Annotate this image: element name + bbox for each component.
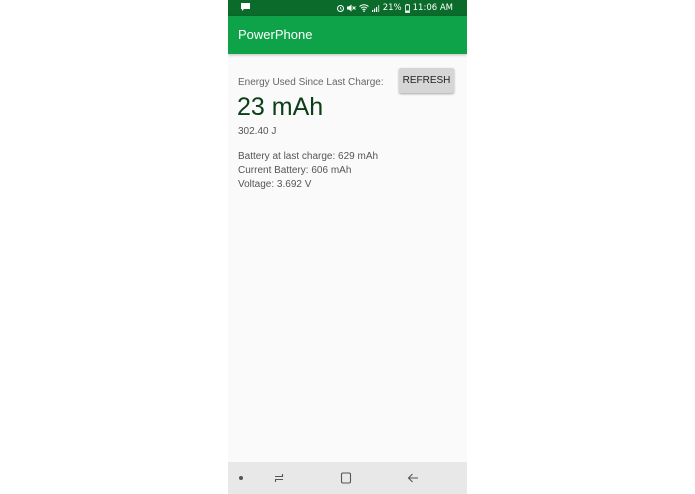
status-bar: 21% 11:06 AM <box>228 0 467 16</box>
back-icon[interactable] <box>406 471 420 485</box>
wifi-icon <box>358 4 369 12</box>
battery-percent: 21% <box>382 3 402 13</box>
voltage: Voltage: 3.692 V <box>238 179 312 190</box>
status-icons: 21% 11:06 AM <box>336 2 453 14</box>
navigation-bar <box>228 462 467 494</box>
app-title: PowerPhone <box>238 27 313 42</box>
main-content: Energy Used Since Last Charge: REFRESH 2… <box>228 54 467 462</box>
status-time: 11:06 AM <box>412 3 453 13</box>
current-battery: Current Battery: 606 mAh <box>238 165 352 176</box>
energy-value: 23 mAh <box>237 93 324 121</box>
mute-icon <box>346 4 356 12</box>
alarm-icon <box>336 4 344 12</box>
battery-last-charge: Battery at last charge: 629 mAh <box>238 151 379 162</box>
dot-icon[interactable] <box>239 476 243 480</box>
signal-icon <box>371 4 380 12</box>
energy-label: Energy Used Since Last Charge: <box>238 77 384 88</box>
refresh-button[interactable]: REFRESH <box>399 68 454 93</box>
phone-screen: 21% 11:06 AM PowerPhone Energy Used Sinc… <box>228 0 467 494</box>
message-icon <box>241 3 250 11</box>
energy-joules: 302.40 J <box>238 126 277 137</box>
recents-icon[interactable] <box>272 471 286 485</box>
battery-icon <box>404 3 410 13</box>
home-icon[interactable] <box>339 471 353 485</box>
app-bar: PowerPhone <box>228 16 467 54</box>
